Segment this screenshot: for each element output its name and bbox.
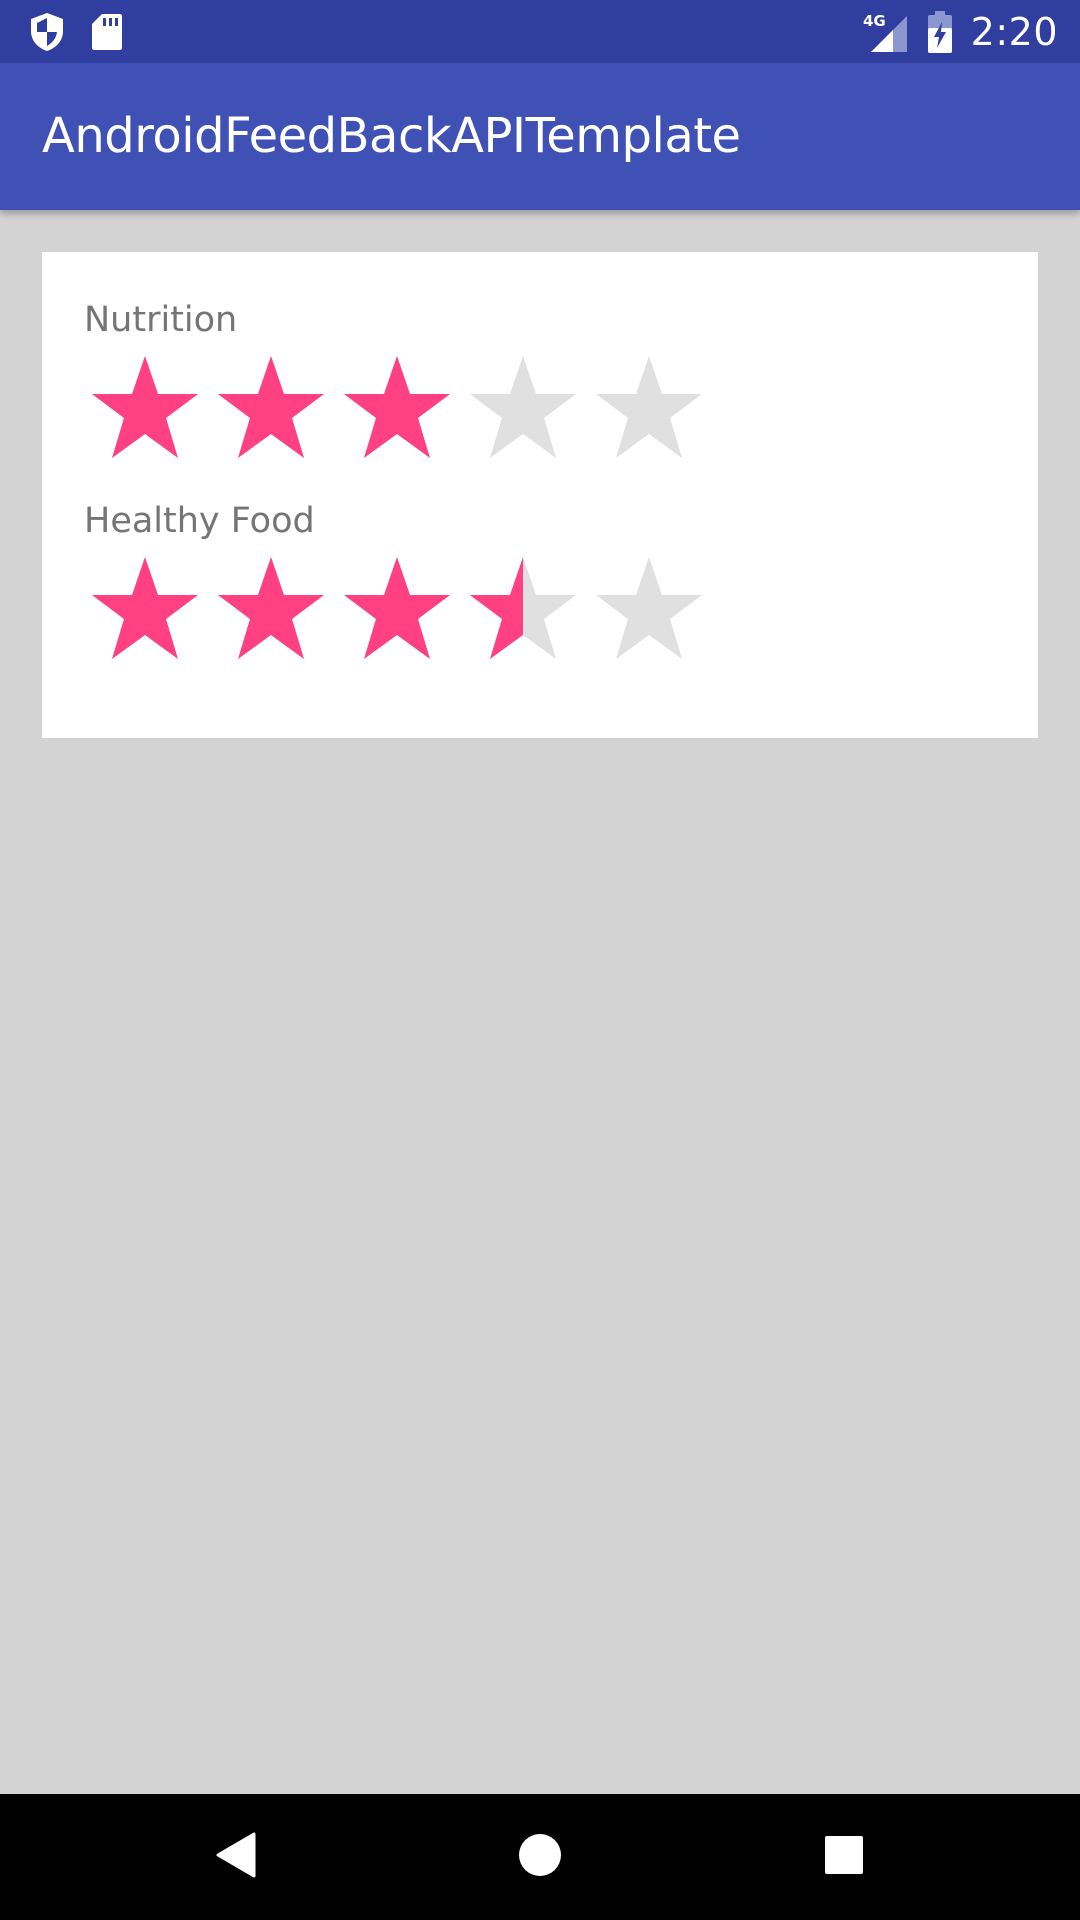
sd-card-icon bbox=[90, 12, 124, 52]
star-icon[interactable] bbox=[594, 346, 704, 464]
back-icon bbox=[214, 1831, 258, 1883]
healthy-food-rating-bar[interactable] bbox=[90, 547, 704, 665]
battery-charging-icon bbox=[927, 10, 953, 54]
ratings-card: Nutrition Healthy Food bbox=[42, 252, 1038, 738]
nutrition-label: Nutrition bbox=[84, 300, 238, 340]
star-icon[interactable] bbox=[216, 547, 326, 665]
recents-icon bbox=[824, 1835, 864, 1879]
home-icon bbox=[518, 1833, 562, 1881]
app-title: AndroidFeedBackAPITemplate bbox=[42, 108, 741, 164]
status-bar: 4G 2:20 bbox=[0, 0, 1080, 63]
star-icon[interactable] bbox=[216, 346, 326, 464]
status-left-icons bbox=[28, 10, 124, 54]
star-icon[interactable] bbox=[342, 547, 452, 665]
app-bar: AndroidFeedBackAPITemplate bbox=[0, 63, 1080, 210]
star-icon[interactable] bbox=[594, 547, 704, 665]
status-right-icons: 4G 2:20 bbox=[863, 6, 1058, 58]
signal-4g-icon: 4G bbox=[863, 10, 909, 54]
home-button[interactable] bbox=[480, 1794, 600, 1920]
star-icon[interactable] bbox=[90, 346, 200, 464]
star-icon[interactable] bbox=[468, 547, 578, 665]
nutrition-rating-bar[interactable] bbox=[90, 346, 704, 464]
back-button[interactable] bbox=[176, 1794, 296, 1920]
shield-icon bbox=[28, 11, 66, 53]
star-icon[interactable] bbox=[342, 346, 452, 464]
recents-button[interactable] bbox=[784, 1794, 904, 1920]
clock: 2:20 bbox=[970, 10, 1058, 54]
star-icon[interactable] bbox=[90, 547, 200, 665]
navigation-bar bbox=[0, 1794, 1080, 1920]
network-type-label: 4G bbox=[863, 12, 886, 30]
star-icon[interactable] bbox=[468, 346, 578, 464]
healthy-food-label: Healthy Food bbox=[84, 501, 315, 541]
